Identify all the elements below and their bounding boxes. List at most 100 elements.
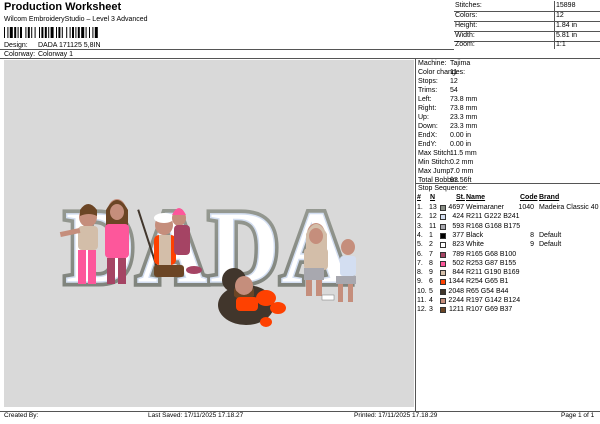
stop-color-name: R254 G65 B1 [466,278,509,286]
page-title: Production Worksheet [4,1,122,13]
stop-needle: 12 [429,213,437,221]
stop-num: 1. [417,204,423,211]
info-label: Up: [418,114,429,121]
stop-num: 6. [417,250,423,258]
info-value: 12 [450,78,458,85]
stop-color-name: R211 G222 B241 [466,213,520,221]
stop-num: 9. [417,278,423,286]
info-value: 11 [450,69,458,76]
software-name: Wilcom EmbroideryStudio – Level 3 Advanc… [4,16,148,23]
stop-num: 8. [417,269,423,277]
info-label: Right: [418,105,437,112]
info-label: Max Jump: [418,168,453,175]
info-value: 73.8 mm [450,105,478,112]
stop-stitches: 424 [452,213,464,221]
stop-code: 9 [530,241,534,249]
stop-brand: Default [539,231,562,239]
stop-stitches: 789 [452,250,464,258]
stop-needle: 3 [429,306,433,314]
stat-zoom: Zoom: 1:1 [455,41,566,48]
stop-color-name: R168 G168 B175 [466,222,521,230]
embroidery-design-image: DADA DADA [59,186,356,327]
stop-color-name: R107 G69 B37 [466,306,513,314]
color-swatch [440,279,446,286]
info-value: 23.3 mm [450,114,478,121]
stop-color-name: R211 G190 B169 [466,269,520,277]
info-value: 23.3 mm [450,123,478,130]
stop-row: 2. 12 424 R211 G222 B241 [416,213,600,222]
info-value: 0.2 mm [450,159,474,166]
color-swatch [440,260,446,267]
info-label: Trims: [418,87,438,94]
stop-needle: 2 [429,241,433,249]
info-label: EndX: [418,132,438,139]
created-by: Created By: [4,412,39,419]
info-label: Down: [418,123,438,130]
color-swatch [440,223,446,230]
info-row: Trims: 54 [418,87,598,96]
stop-color-name: R65 G54 B44 [466,287,509,295]
info-row: Machine: Tajima [418,60,598,69]
color-swatch [440,307,446,314]
info-label: Left: [418,96,432,103]
stop-needle: 9 [429,269,433,277]
stop-needle: 1 [429,231,433,239]
stop-needle: 6 [429,278,433,286]
stop-row: 8. 9 844 R211 G190 B169 [416,269,600,278]
stop-stitches: 377 [452,231,464,239]
color-swatch [440,205,446,211]
stop-num: 12. [417,306,427,314]
stop-needle: 11 [429,222,437,230]
col-st: St. [456,194,465,201]
stop-stitches: 2048 [448,287,464,295]
stop-brand: Madeira Classic 40 [539,204,599,211]
stop-needle: 4 [429,297,433,304]
info-row: Up: 23.3 mm [418,114,598,123]
stop-row: 9. 6 1344 R254 G65 B1 [416,278,600,287]
stop-needle: 8 [429,259,433,267]
printed-date: Printed: 17/11/2025 17.18.29 [354,412,438,419]
stop-row: 3. 11 593 R168 G168 B175 [416,223,600,232]
info-row: EndX: 0.00 in [418,132,598,141]
stop-row: 1. 13 4697 Weimaraner 1040 Madeira Classic 40 [416,204,600,213]
stop-needle: 7 [429,250,433,258]
stop-color-name: R253 G87 B155 [466,259,517,267]
stop-stitches: 1211 [448,306,464,314]
stop-row: 4. 1 377 Black 8 Default [416,232,600,241]
stop-row: 11. 4 2244 R197 G142 B124 [416,297,600,306]
stop-color-name: R165 G68 B100 [466,250,517,258]
color-swatch [440,251,446,258]
info-row: Max Stitch: 11.5 mm [418,150,598,159]
stop-color-name: White [466,241,484,249]
color-swatch [440,270,446,277]
color-swatch [440,232,446,239]
info-value: 7.0 mm [450,168,474,175]
stop-stitches: 4697 [448,204,464,211]
info-row: Down: 23.3 mm [418,123,598,132]
info-value: 0.00 in [450,141,472,148]
colorway-name: Colorway 1 [38,51,74,58]
info-value: 11.5 mm [450,150,477,157]
design-name: DADA 171125 5,8IN [38,42,101,49]
info-row: Stops: 12 [418,78,598,87]
stop-num: 11. [417,297,427,304]
color-swatch [440,288,446,295]
stop-stitches: 844 [452,269,464,277]
stop-code: 8 [530,231,534,239]
info-row: Left: 73.8 mm [418,96,598,105]
info-value: 73.8 mm [450,96,478,103]
stop-color-name: R197 G142 B124 [466,297,521,304]
info-row: Color changes: 11 [418,69,598,78]
color-swatch [440,214,446,221]
stop-num: 3. [417,222,423,230]
stop-stitches: 823 [452,241,464,249]
stop-needle: 13 [429,204,437,211]
info-row: Max Jump: 7.0 mm [418,168,598,177]
stats-box: Stitches: 15898 Colors: 12 Height: 1.84 in … [454,1,600,49]
info-label: Max Stitch: [418,150,453,157]
design-preview: DADA DADA [4,60,414,407]
stop-row: 6. 7 789 R165 G68 B100 [416,251,600,260]
colorway-label: Colorway: [4,51,36,58]
stop-num: 5. [417,241,423,249]
info-row: EndY: 0.00 in [418,141,598,150]
